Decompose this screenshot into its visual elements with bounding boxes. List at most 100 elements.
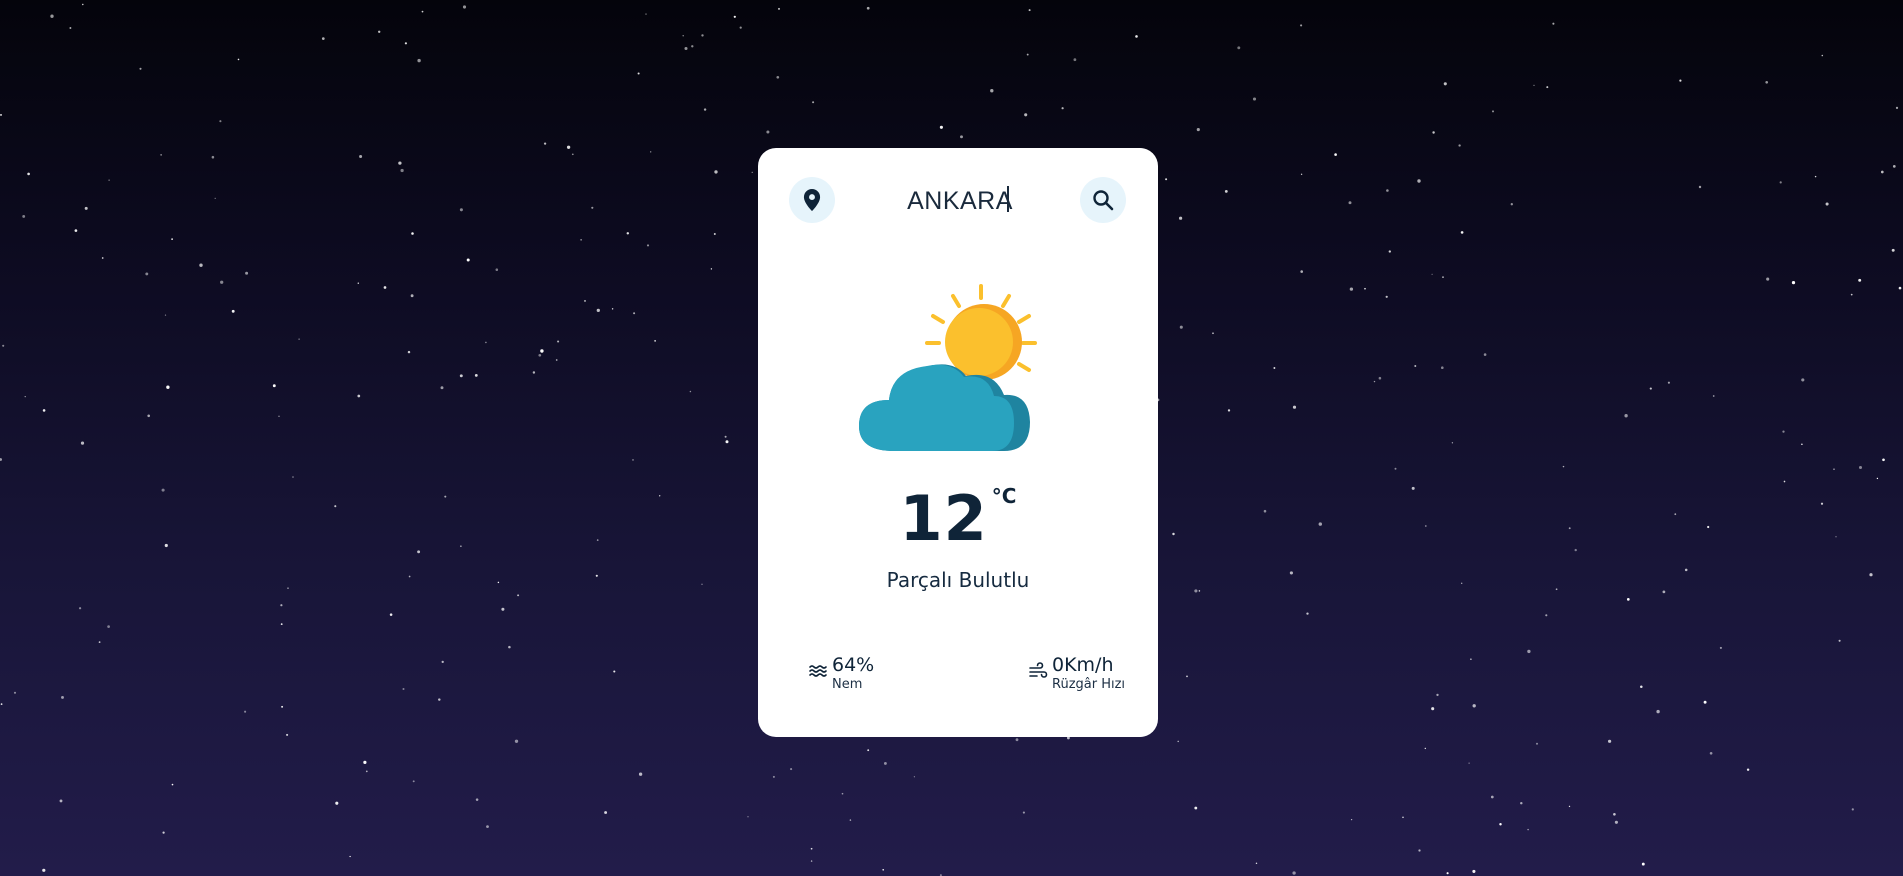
star	[78, 607, 82, 610]
star	[1237, 46, 1241, 50]
city-search-input[interactable]	[848, 182, 1072, 220]
star	[1801, 443, 1803, 446]
text-caret	[1007, 186, 1009, 212]
star	[161, 488, 165, 492]
star	[349, 855, 351, 858]
star	[990, 89, 994, 93]
star	[1641, 862, 1645, 866]
search-button[interactable]	[1080, 177, 1126, 223]
star	[1349, 287, 1354, 291]
star	[1386, 189, 1389, 192]
star	[61, 695, 64, 699]
star	[812, 101, 815, 104]
star	[1791, 280, 1796, 285]
star	[637, 72, 640, 75]
star	[162, 831, 165, 834]
star	[710, 268, 713, 270]
temperature-value: 12	[899, 482, 988, 555]
star	[1292, 405, 1297, 409]
star	[441, 660, 444, 664]
star	[1443, 82, 1447, 86]
star	[1442, 276, 1444, 278]
star	[287, 587, 289, 589]
star	[27, 172, 30, 176]
wind-icon	[1029, 662, 1048, 678]
star	[1869, 573, 1873, 577]
partly-cloudy-icon	[859, 284, 1037, 451]
star	[402, 687, 405, 691]
star	[231, 309, 235, 313]
star	[1891, 248, 1895, 252]
star	[689, 390, 692, 393]
star	[1460, 231, 1464, 234]
star	[220, 280, 224, 284]
star	[74, 229, 78, 232]
humidity-value: 64%	[832, 654, 875, 676]
star	[1178, 216, 1183, 220]
star	[584, 299, 586, 302]
star	[1198, 590, 1201, 592]
star	[557, 340, 560, 343]
star	[1703, 700, 1707, 704]
star	[292, 476, 294, 478]
star	[1782, 430, 1785, 433]
star	[1446, 872, 1449, 875]
star	[1364, 287, 1366, 290]
star	[1179, 325, 1183, 329]
star	[1892, 165, 1896, 168]
star	[596, 539, 599, 541]
star	[245, 271, 249, 275]
star	[604, 811, 608, 814]
star	[939, 125, 943, 129]
wind-stat: 0Km/h Rüzgâr Hızı	[1028, 653, 1125, 693]
star	[486, 825, 489, 828]
star	[733, 15, 736, 18]
location-button[interactable]	[789, 177, 835, 223]
star	[1679, 79, 1682, 82]
star	[1614, 820, 1618, 824]
star	[1858, 278, 1862, 282]
star	[1821, 54, 1824, 57]
star	[517, 594, 520, 597]
star	[278, 415, 280, 417]
star	[1520, 801, 1523, 805]
star	[1177, 740, 1179, 743]
star	[0, 458, 3, 461]
star	[1263, 509, 1267, 513]
star	[654, 340, 656, 342]
star	[1674, 513, 1677, 516]
star	[751, 171, 753, 173]
star	[866, 6, 870, 10]
star	[1783, 480, 1786, 483]
star	[400, 168, 404, 173]
star	[1165, 178, 1168, 181]
star	[1024, 113, 1028, 117]
star	[107, 625, 110, 628]
star	[421, 10, 424, 13]
star	[1562, 465, 1565, 468]
star	[1707, 525, 1710, 529]
star	[645, 13, 647, 15]
star	[1555, 588, 1558, 591]
star	[408, 575, 411, 578]
star	[633, 312, 636, 315]
star	[166, 385, 170, 389]
star	[776, 75, 780, 79]
search-icon	[1093, 190, 1114, 211]
star	[1186, 675, 1188, 678]
star	[357, 394, 361, 398]
star	[691, 45, 694, 48]
star	[407, 350, 411, 354]
star	[404, 42, 408, 45]
temperature-display: 12 °C	[758, 482, 1158, 555]
star	[1656, 709, 1660, 714]
star	[810, 860, 813, 862]
star	[281, 705, 284, 708]
star	[460, 545, 462, 547]
star	[772, 775, 775, 778]
star	[1851, 808, 1854, 811]
star	[417, 550, 421, 554]
star	[1684, 568, 1688, 572]
star	[1626, 598, 1630, 601]
star	[1895, 106, 1899, 110]
